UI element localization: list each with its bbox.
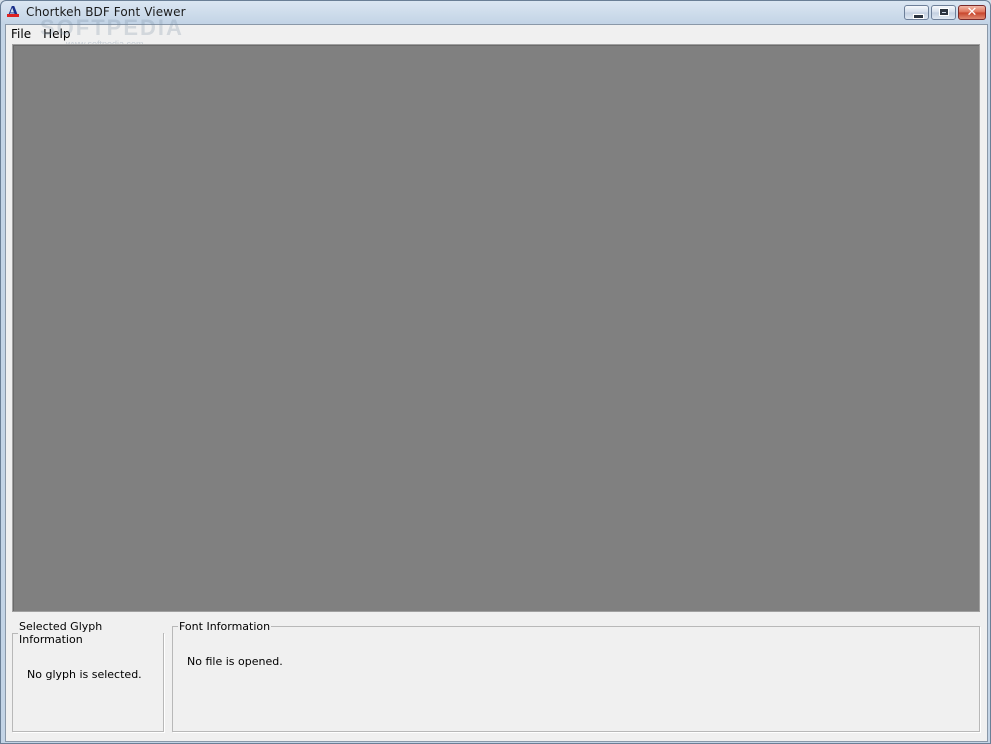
font-info-status: No file is opened. [187, 655, 283, 668]
client-area: File Help SOFTPEDIA www.softpedia.com Se… [5, 15, 988, 742]
title-bar[interactable]: A Chortkeh BDF Font Viewer ✕ [1, 1, 990, 24]
maximize-icon [939, 8, 949, 16]
font-info-panel: Font Information No file is opened. [172, 620, 980, 732]
caption-buttons: ✕ [904, 5, 986, 20]
menu-file[interactable]: File [6, 25, 38, 43]
window-title: Chortkeh BDF Font Viewer [26, 5, 186, 19]
selected-glyph-panel: Selected Glyph Information No glyph is s… [12, 620, 164, 732]
menu-help[interactable]: Help [38, 25, 77, 43]
menu-bar: File Help [6, 25, 987, 43]
minimize-button[interactable] [904, 5, 929, 20]
maximize-button[interactable] [931, 5, 956, 20]
minimize-icon [913, 14, 924, 19]
font-info-legend: Font Information [179, 620, 271, 633]
selected-glyph-status: No glyph is selected. [27, 668, 142, 681]
close-icon: ✕ [966, 5, 978, 20]
close-button[interactable]: ✕ [958, 5, 986, 20]
glyph-canvas[interactable] [12, 44, 980, 612]
selected-glyph-legend: Selected Glyph Information [19, 620, 103, 646]
app-font-icon[interactable]: A [5, 3, 21, 20]
app-window: A Chortkeh BDF Font Viewer ✕ File Help S… [0, 0, 991, 744]
